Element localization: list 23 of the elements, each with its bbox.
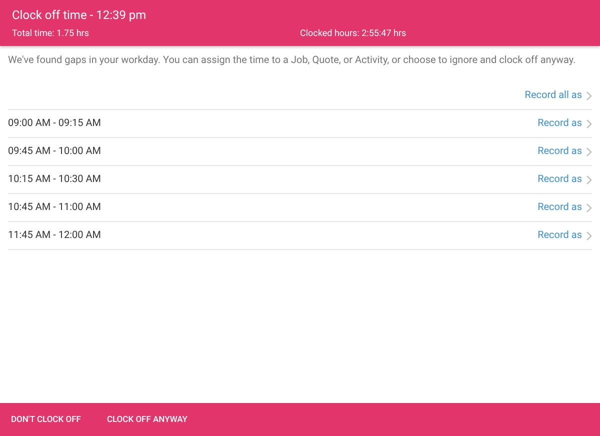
footer-button[interactable]: CLOCK OFF ANYWAY bbox=[100, 410, 194, 428]
record-as-link[interactable]: Record as bbox=[538, 202, 592, 213]
time-range: 10:15 AM - 10:30 AM bbox=[8, 174, 101, 185]
record-as-link[interactable]: Record as bbox=[538, 118, 592, 129]
info-message: We've found gaps in your workday. You can assign the time to a Job, Quote, or Activity, or choose to ignore and clock off anyway. bbox=[7, 54, 577, 68]
chevron-right-icon bbox=[586, 202, 592, 212]
chevron-right-icon bbox=[586, 146, 592, 156]
chevron-right-icon bbox=[586, 230, 592, 240]
clocked-hours: Clocked hours: 2:55:47 hrs bbox=[300, 29, 408, 40]
record-as-link[interactable]: Record as bbox=[538, 146, 592, 157]
time-range: 09:00 AM - 09:15 AM bbox=[8, 118, 101, 129]
footer-button[interactable]: DON'T CLOCK OFF bbox=[4, 410, 88, 428]
record-as-link[interactable]: Record as bbox=[538, 174, 592, 185]
chevron-right-icon bbox=[586, 90, 592, 100]
total-time: Total time: 1.75 hrs bbox=[12, 29, 90, 40]
time-range: 11:45 AM - 12:00 AM bbox=[8, 230, 101, 241]
time-range: 10:45 AM - 11:00 AM bbox=[8, 202, 101, 213]
record-all-link[interactable]: Record all as bbox=[524, 90, 592, 101]
chevron-right-icon bbox=[586, 174, 592, 184]
chevron-right-icon bbox=[586, 118, 592, 128]
record-as-link[interactable]: Record as bbox=[538, 230, 592, 241]
window-title: Clock off time - 12:39 pm bbox=[12, 7, 148, 23]
time-range: 09:45 AM - 10:00 AM bbox=[8, 146, 101, 157]
